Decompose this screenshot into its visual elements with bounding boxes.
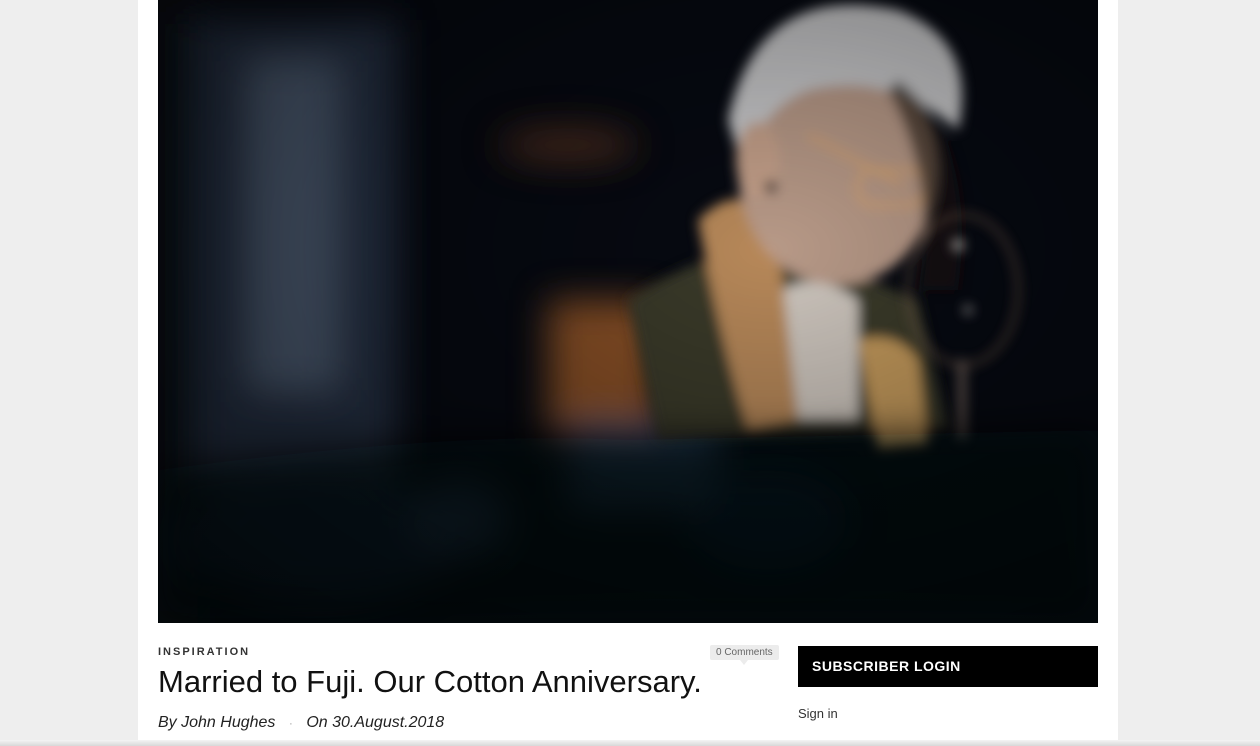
post-author[interactable]: By John Hughes xyxy=(158,714,275,731)
comments-count-badge[interactable]: 0 Comments xyxy=(710,645,779,665)
bottom-edge xyxy=(0,740,1260,746)
meta-separator: · xyxy=(288,716,293,730)
photo-elderly-woman-with-wine-glass xyxy=(158,0,1098,623)
subscriber-login-widget-title: SUBSCRIBER LOGIN xyxy=(798,646,1098,687)
post-date: On 30.August.2018 xyxy=(306,714,445,731)
post-category[interactable]: INSPIRATION xyxy=(158,646,250,658)
post-title[interactable]: Married to Fuji. Our Cotton Anniversary. xyxy=(158,664,702,700)
post-meta: By John Hughes · On 30.August.2018 xyxy=(158,714,444,732)
sign-in-link[interactable]: Sign in xyxy=(798,706,838,721)
content-area: INSPIRATION 0 Comments Married to Fuji. … xyxy=(138,0,1118,746)
featured-image[interactable] xyxy=(158,0,1098,623)
